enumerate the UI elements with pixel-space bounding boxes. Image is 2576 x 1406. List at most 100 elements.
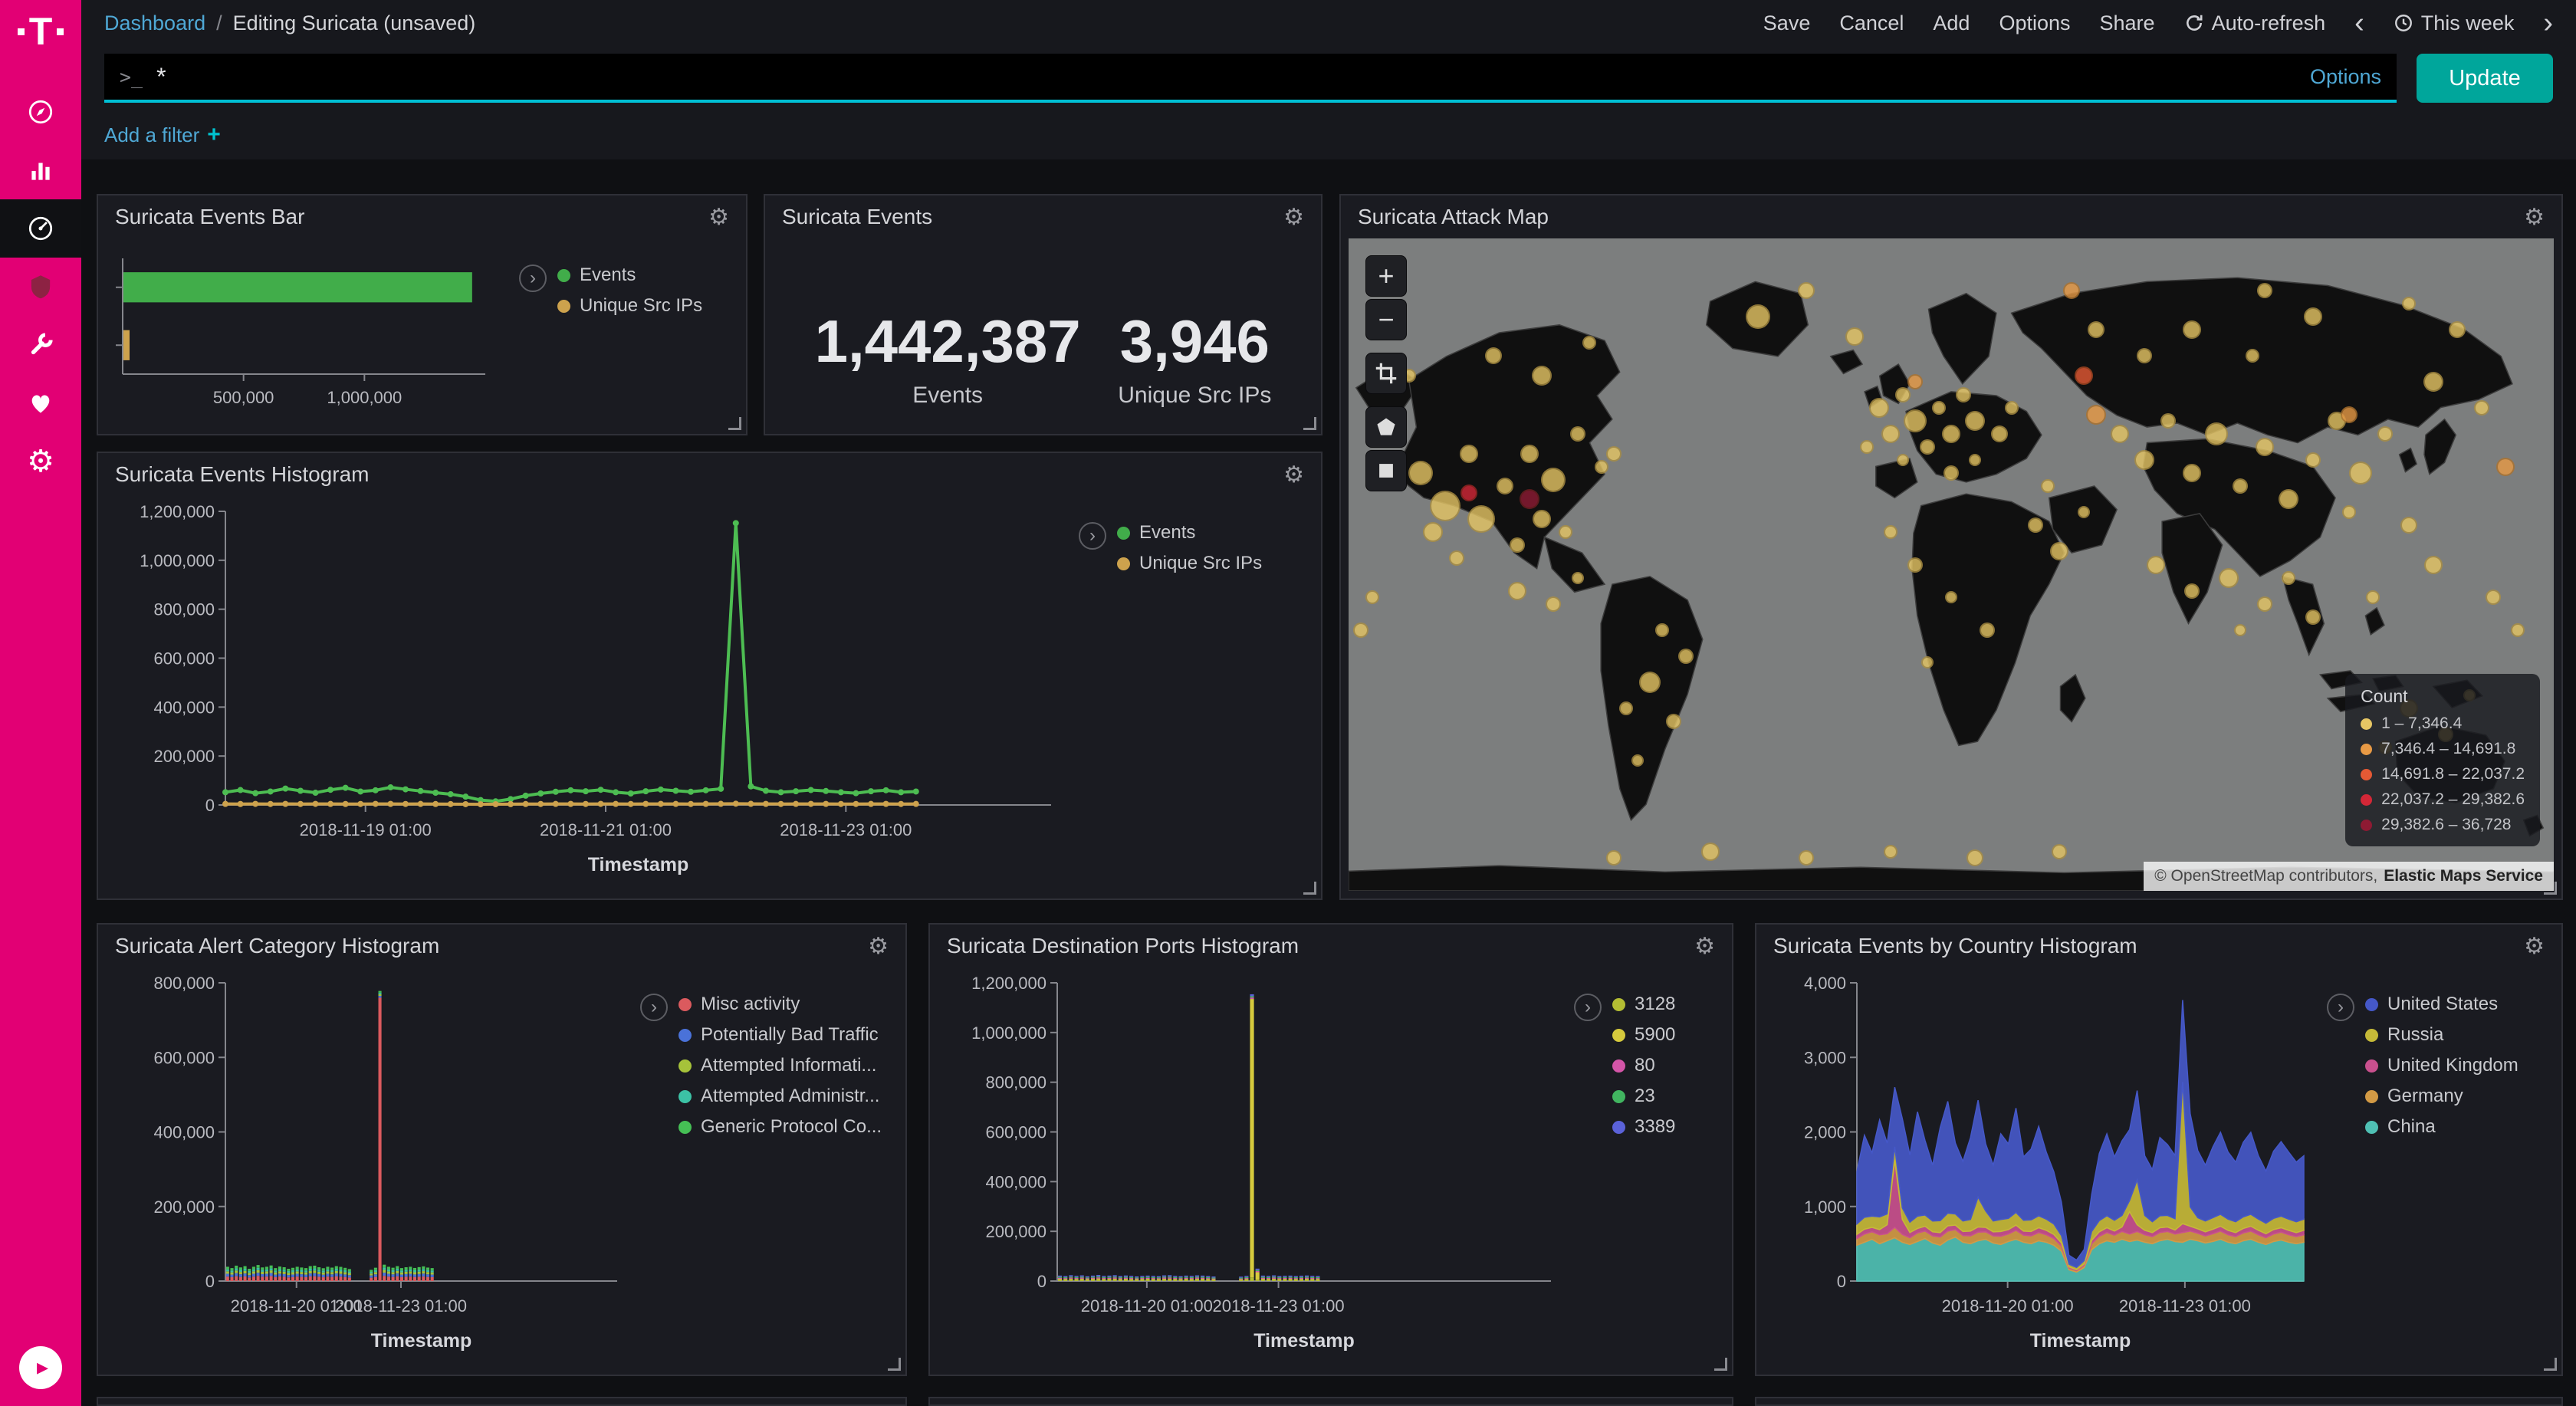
gear-icon[interactable]: ⚙ [708, 204, 729, 231]
panel-resize-handle[interactable] [728, 417, 741, 430]
legend-item[interactable]: 7,346.4 – 14,691.8 [2361, 740, 2525, 758]
legend-item[interactable]: Events [1117, 522, 1262, 544]
legend-item[interactable]: 3128 [1612, 994, 1675, 1015]
sidebar-item-dashboard[interactable] [0, 199, 81, 258]
legend-item[interactable]: 3389 [1612, 1116, 1675, 1138]
map-draw-polygon-button[interactable] [1365, 406, 1407, 448]
gear-icon[interactable]: ⚙ [1694, 933, 1715, 960]
legend-toggle-icon[interactable]: › [2327, 994, 2354, 1021]
sidebar-item-discover[interactable] [0, 83, 81, 141]
sidebar-item-monitoring[interactable] [0, 374, 81, 432]
legend-item[interactable]: Misc activity [678, 994, 882, 1015]
panel-resize-handle[interactable] [1714, 1358, 1727, 1371]
legend-item[interactable]: Potentially Bad Traffic [678, 1024, 882, 1046]
attack-map-point [2486, 590, 2501, 605]
map-zoom-out-button[interactable]: − [1365, 299, 1407, 340]
gear-icon[interactable]: ⚙ [2524, 204, 2545, 231]
gear-icon[interactable]: ⚙ [2524, 933, 2545, 960]
legend-toggle-icon[interactable]: › [640, 994, 668, 1021]
time-back-button[interactable]: ‹ [2354, 8, 2364, 38]
update-button[interactable]: Update [2417, 54, 2553, 103]
query-options-link[interactable]: Options [2310, 65, 2381, 89]
attack-map[interactable]: + − [1349, 238, 2554, 891]
sidebar-item-visualize[interactable] [0, 141, 81, 199]
panel-resize-handle[interactable] [1303, 417, 1316, 430]
attack-map-point [2511, 623, 2525, 637]
legend-item[interactable]: 29,382.6 – 36,728 [2361, 816, 2525, 834]
gear-icon[interactable]: ⚙ [1283, 462, 1304, 488]
sidebar-item-management[interactable]: ⚙ [0, 432, 81, 491]
legend-item[interactable]: United Kingdom [2365, 1055, 2518, 1076]
attack-map-point [1969, 454, 1981, 466]
map-zoom-in-button[interactable]: + [1365, 255, 1407, 297]
auto-refresh-button[interactable]: Auto-refresh [2184, 11, 2326, 35]
breadcrumb-dashboard-link[interactable]: Dashboard [104, 11, 205, 35]
legend-toggle-icon[interactable]: › [519, 264, 547, 292]
gear-icon[interactable]: ⚙ [868, 933, 889, 960]
map-draw-rectangle-button[interactable] [1365, 450, 1407, 491]
legend-dot-icon [1612, 998, 1625, 1011]
attack-map-point [1639, 672, 1661, 693]
add-button[interactable]: Add [1933, 11, 1970, 35]
sidebar-item-dev-tools[interactable] [0, 316, 81, 374]
panel-resize-handle[interactable] [2544, 1358, 2557, 1371]
events-by-country-legend: United States Russia United Kingdom Germany… [2365, 994, 2518, 1364]
legend-label: Germany [2387, 1086, 2463, 1107]
share-button[interactable]: Share [2100, 11, 2155, 35]
legend-item[interactable]: Unique Src IPs [557, 295, 702, 317]
legend-item[interactable]: Russia [2365, 1024, 2518, 1046]
attack-map-point [1655, 623, 1669, 637]
dashboard-gauge-icon [26, 214, 55, 243]
clock-icon [2394, 13, 2413, 33]
legend-toggle-icon[interactable]: › [1574, 994, 1602, 1021]
legend-item[interactable]: 14,691.8 – 22,037.2 [2361, 765, 2525, 783]
attack-map-point [2304, 307, 2322, 326]
attack-map-point [2342, 505, 2356, 519]
legend-item[interactable]: Attempted Administr... [678, 1086, 882, 1107]
cancel-button[interactable]: Cancel [1839, 11, 1904, 35]
map-legend-rows: 1 – 7,346.4 7,346.4 – 14,691.8 14,691.8 – … [2361, 714, 2525, 834]
attack-map-point [1884, 845, 1898, 859]
panel-resize-handle[interactable] [888, 1358, 901, 1371]
legend-item[interactable]: 5900 [1612, 1024, 1675, 1046]
plus-icon: + [207, 122, 221, 148]
legend-item[interactable]: 80 [1612, 1055, 1675, 1076]
legend-dot-icon [1612, 1121, 1625, 1134]
gear-icon[interactable]: ⚙ [1283, 204, 1304, 231]
legend-item[interactable]: China [2365, 1116, 2518, 1138]
add-filter-link[interactable]: Add a filter + [104, 122, 221, 148]
legend-item[interactable]: 23 [1612, 1086, 1675, 1107]
query-bar: >_ * Options Update [81, 46, 2576, 110]
options-button[interactable]: Options [1999, 11, 2070, 35]
alert-category-chart: 0200,000400,000600,000800,0002018-11-20 … [110, 967, 640, 1364]
map-fit-data-button[interactable] [1365, 353, 1407, 394]
panel-resize-handle[interactable] [1303, 882, 1316, 895]
time-forward-button[interactable]: › [2543, 8, 2553, 38]
telekom-logo[interactable]: T [18, 12, 64, 51]
svg-text:0: 0 [1837, 1272, 1846, 1291]
save-button[interactable]: Save [1763, 11, 1811, 35]
legend-item[interactable]: Attempted Informati... [678, 1055, 882, 1076]
attack-map-point [1510, 537, 1525, 553]
attack-map-point [2341, 406, 2358, 423]
elastic-maps-attribution[interactable]: Elastic Maps Service [2384, 867, 2543, 885]
legend-item[interactable]: 22,037.2 – 29,382.6 [2361, 790, 2525, 809]
legend-item[interactable]: Germany [2365, 1086, 2518, 1107]
legend-item[interactable]: Events [557, 264, 702, 286]
svg-text:Timestamp: Timestamp [588, 854, 689, 875]
panel-suricata-events-bar: Suricata Events Bar ⚙ 500,0001,000,000 ›… [97, 194, 748, 435]
legend-item[interactable]: Generic Protocol Co... [678, 1116, 882, 1138]
osm-attribution[interactable]: © OpenStreetMap contributors, [2154, 867, 2377, 885]
time-range-picker[interactable]: This week [2394, 11, 2515, 35]
attack-map-point [1746, 304, 1770, 329]
attack-map-point [2349, 462, 2372, 485]
legend-label: Events [580, 264, 636, 286]
sidebar-item-suricata[interactable] [0, 258, 81, 316]
panel-title: Suricata Events [782, 205, 932, 229]
legend-item[interactable]: Unique Src IPs [1117, 553, 1262, 574]
sidebar-collapse-button[interactable]: ▸ [19, 1346, 62, 1389]
query-input[interactable]: >_ * Options [104, 54, 2397, 103]
legend-item[interactable]: 1 – 7,346.4 [2361, 714, 2525, 733]
legend-item[interactable]: United States [2365, 994, 2518, 1015]
legend-toggle-icon[interactable]: › [1079, 522, 1106, 550]
